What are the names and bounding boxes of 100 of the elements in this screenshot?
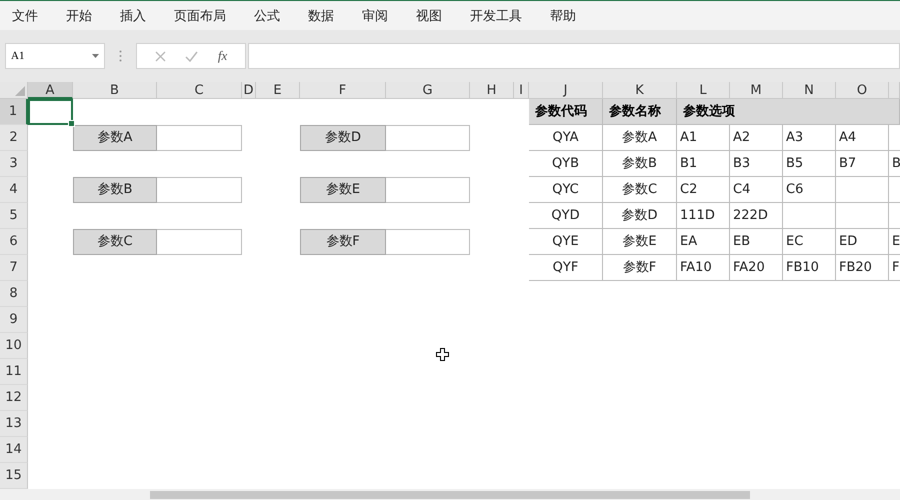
table-header-cell: 参数名称 [603,99,677,125]
column-header[interactable]: F [300,82,386,99]
table-cell: C2 [677,177,730,203]
column-header[interactable]: E [256,82,300,99]
scrollbar-thumb[interactable] [150,491,750,499]
dropdown-caret-icon [92,54,99,58]
menu-tab[interactable]: 审阅 [362,6,388,24]
name-box[interactable]: A1 [5,43,105,69]
crosshair-cursor-icon [436,348,449,361]
table-cell: EC [783,229,836,255]
row-header[interactable]: 1 [0,99,28,125]
parameter-label: 参数D [300,125,386,151]
menu-tab[interactable]: 插入 [120,6,146,24]
row-header[interactable]: 7 [0,255,28,281]
parameter-input-field[interactable] [386,125,470,151]
formula-input-field[interactable] [248,43,900,69]
row-header[interactable]: 8 [0,281,28,307]
column-header[interactable] [889,82,900,99]
row-header[interactable]: 4 [0,177,28,203]
select-all-corner[interactable] [0,82,28,99]
table-cell: 参数D [603,203,677,229]
table-cell: FA10 [677,255,730,281]
menu-tab[interactable]: 文件 [12,6,38,24]
parameter-input-field[interactable] [157,229,242,255]
menu-tab[interactable]: 视图 [416,6,442,24]
row-header[interactable]: 6 [0,229,28,255]
empty-table-cell [836,203,889,229]
table-cell: 参数A [603,125,677,151]
check-icon[interactable] [185,50,198,62]
table-cell: B1 [677,151,730,177]
parameter-input-field[interactable] [157,125,242,151]
menu-tab[interactable]: 页面布局 [174,6,226,24]
table-cell: QYA [529,125,603,151]
row-header[interactable]: 3 [0,151,28,177]
table-cell: 参数E [603,229,677,255]
table-cell: A1 [677,125,730,151]
parameter-label: 参数E [300,177,386,203]
table-cell: A4 [836,125,889,151]
table-cell: EB [730,229,783,255]
table-cell: ED [836,229,889,255]
row-header[interactable]: 5 [0,203,28,229]
table-cell: FA20 [730,255,783,281]
table-cell: 222D [730,203,783,229]
table-cell: B5 [783,151,836,177]
table-cell: EA [677,229,730,255]
column-header[interactable]: B [73,82,157,99]
table-cell: B3 [730,151,783,177]
column-header[interactable]: K [603,82,677,99]
column-header[interactable]: G [386,82,470,99]
table-cell: QYC [529,177,603,203]
table-cell: QYF [529,255,603,281]
menu-tab[interactable]: 开始 [66,6,92,24]
table-cell: FB10 [783,255,836,281]
row-header[interactable]: 10 [0,333,28,359]
active-cell[interactable] [28,99,73,125]
column-header[interactable]: L [677,82,730,99]
table-cell: B7 [836,151,889,177]
table-cell: 参数F [603,255,677,281]
table-cell: QYB [529,151,603,177]
table-header-cell: 参数选项 [677,99,900,125]
menu-tab[interactable]: 数据 [308,6,334,24]
table-cell: 参数B [603,151,677,177]
column-header[interactable]: M [730,82,783,99]
menu-tab[interactable]: 帮助 [550,6,576,24]
empty-table-cell [783,203,836,229]
column-header[interactable]: N [783,82,836,99]
table-cell: A2 [730,125,783,151]
table-cell: 111D [677,203,730,229]
insert-function-button[interactable]: fx [218,48,228,64]
row-header[interactable]: 12 [0,385,28,411]
parameter-input-field[interactable] [157,177,242,203]
row-header[interactable]: 9 [0,307,28,333]
table-cell: FB20 [836,255,889,281]
column-header[interactable]: D [242,82,256,99]
row-header[interactable]: 15 [0,463,28,489]
parameter-label: 参数A [73,125,157,151]
horizontal-scrollbar[interactable] [0,489,900,500]
table-cell: E [889,229,900,255]
parameter-label: 参数F [300,229,386,255]
column-header[interactable]: A [28,82,73,99]
column-header[interactable]: H [470,82,514,99]
menu-tab[interactable]: 开发工具 [470,6,522,24]
table-cell: C4 [730,177,783,203]
column-header[interactable]: O [836,82,889,99]
table-cell: C6 [783,177,836,203]
parameter-input-field[interactable] [386,177,470,203]
menu-tab[interactable]: 公式 [254,6,280,24]
row-header[interactable]: 14 [0,437,28,463]
parameter-input-field[interactable] [386,229,470,255]
row-header[interactable]: 2 [0,125,28,151]
drag-handle-icon[interactable] [119,50,122,62]
row-header[interactable]: 13 [0,411,28,437]
cancel-icon[interactable] [154,50,166,62]
column-header[interactable]: C [157,82,242,99]
parameter-label: 参数C [73,229,157,255]
table-cell: 参数C [603,177,677,203]
column-header[interactable]: J [529,82,603,99]
column-header[interactable]: I [514,82,529,99]
row-header[interactable]: 11 [0,359,28,385]
table-cell: A3 [783,125,836,151]
